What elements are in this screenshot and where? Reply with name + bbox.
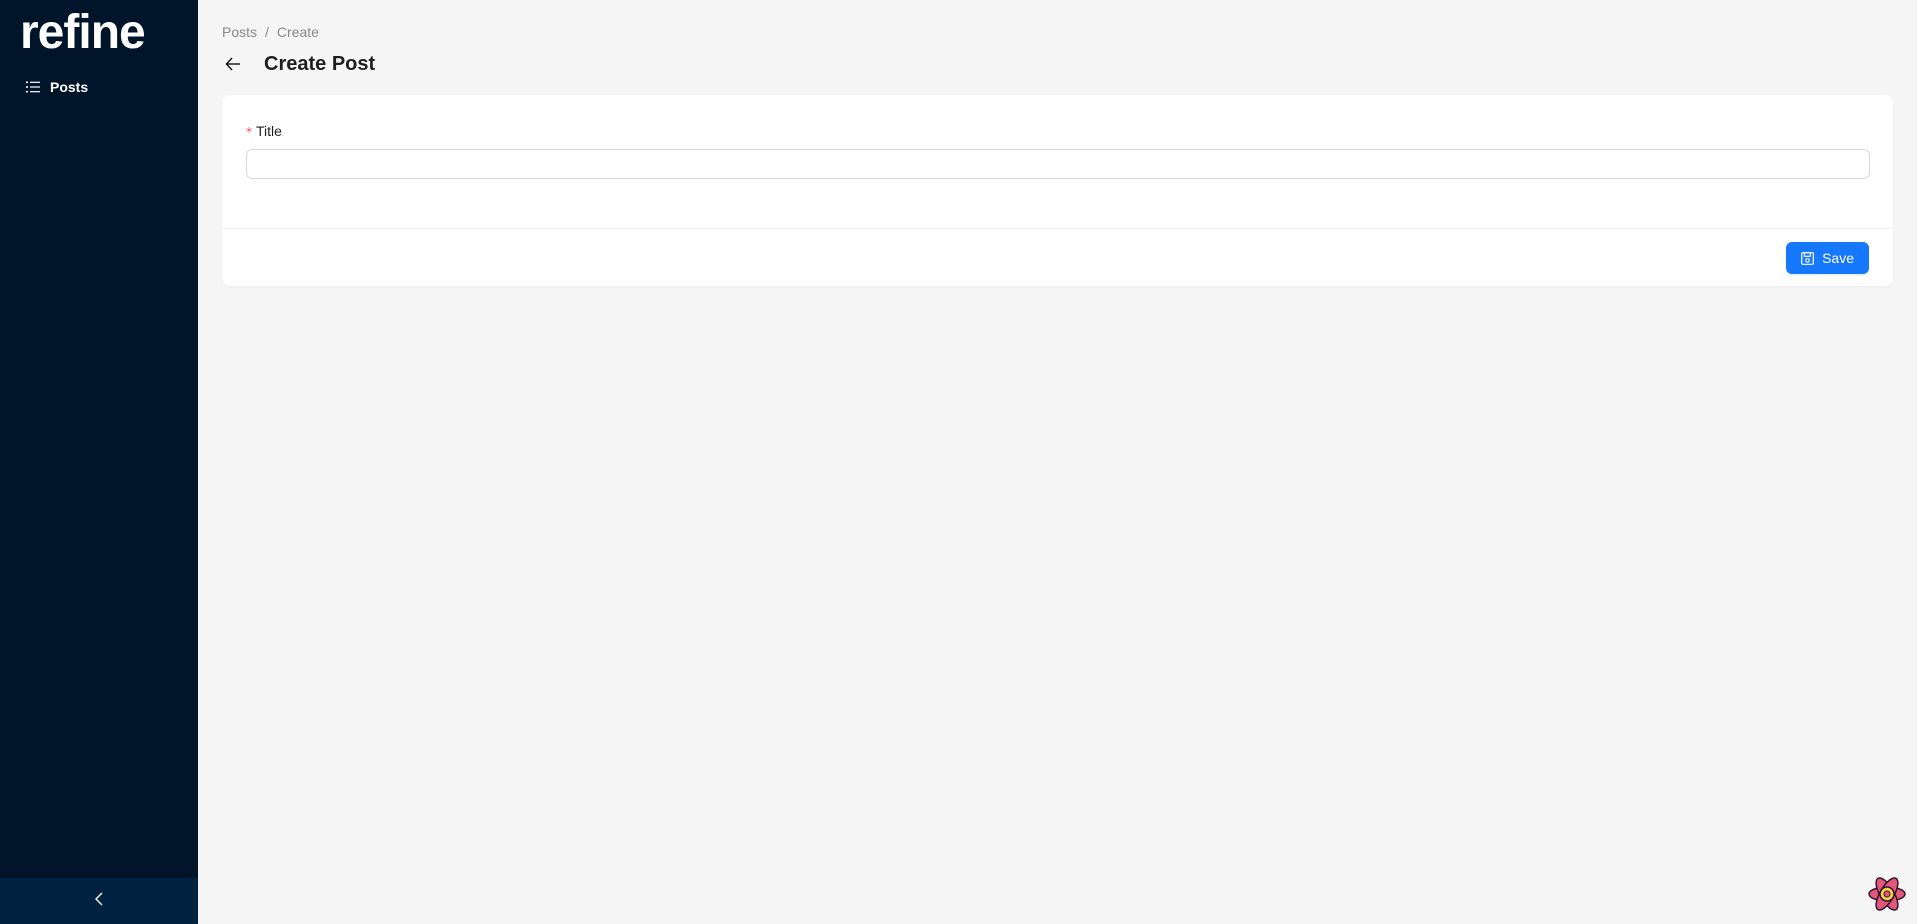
chevron-left-icon: [94, 892, 104, 911]
refine-devtools-icon[interactable]: [1867, 874, 1907, 914]
breadcrumb-separator: /: [265, 24, 269, 40]
save-icon: [1801, 251, 1814, 265]
sidebar-collapse-button[interactable]: [0, 878, 198, 924]
title-label-text: Title: [256, 123, 282, 139]
page-header: Create Post: [222, 50, 375, 78]
required-mark: *: [246, 125, 252, 139]
card-footer-divider: [222, 228, 1893, 229]
breadcrumb: Posts / Create: [222, 24, 319, 40]
sidebar: refine Posts: [0, 0, 198, 924]
save-button[interactable]: Save: [1786, 242, 1869, 274]
title-input[interactable]: [246, 149, 1870, 179]
refine-logo-graphic: refine: [20, 8, 146, 56]
list-icon: [26, 80, 40, 94]
breadcrumb-item-posts[interactable]: Posts: [222, 24, 257, 40]
sidebar-item-posts[interactable]: Posts: [0, 72, 198, 102]
create-post-card: * Title Save: [222, 95, 1893, 286]
breadcrumb-item-create: Create: [276, 24, 319, 40]
page-title: Create Post: [264, 52, 376, 75]
app-root: refine Posts Posts / Create Create Post …: [0, 0, 1917, 924]
refine-logo[interactable]: refine: [20, 8, 176, 56]
logo-wordmark: refine: [20, 8, 145, 56]
sidebar-item-label: Posts: [50, 79, 89, 95]
title-field-label: * Title: [246, 123, 282, 139]
save-button-label: Save: [1822, 250, 1854, 266]
main-content: Posts / Create Create Post * Title Save: [198, 0, 1917, 924]
back-button[interactable]: [222, 53, 244, 75]
arrow-left-icon: [225, 57, 240, 71]
